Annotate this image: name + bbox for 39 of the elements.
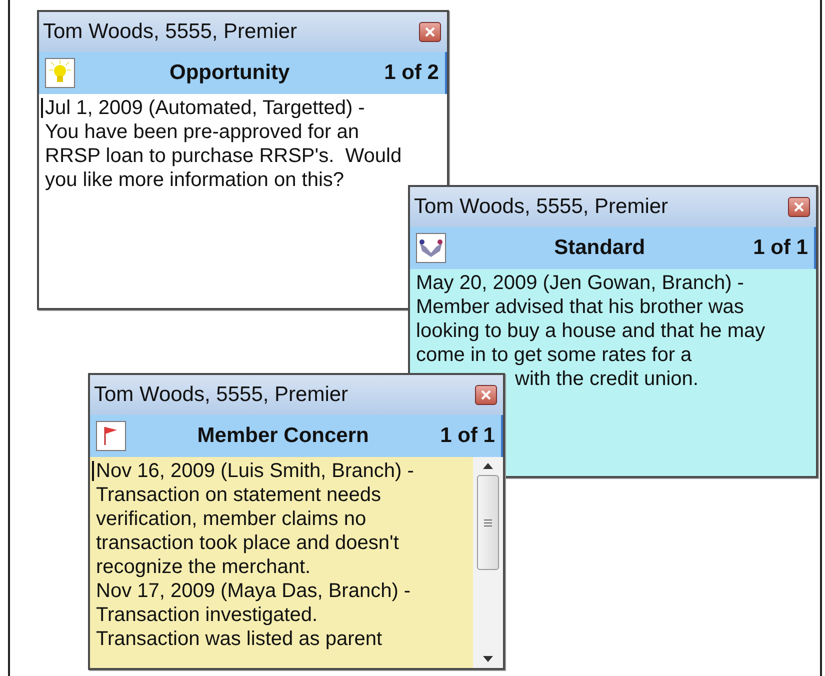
note-type: Opportunity <box>168 60 291 86</box>
note-count: 1 of 1 <box>440 423 495 450</box>
note-text-line: Jul 1, 2009 (Automated, Targetted) - <box>45 96 366 120</box>
note-text-line: RRSP loan to purchase RRSP's. Would <box>45 144 403 168</box>
note-text-line: Transaction investigated. <box>96 603 319 627</box>
scroll-thumb[interactable] <box>477 475 499 570</box>
scrollbar[interactable] <box>473 457 503 668</box>
note-text-line: Member advised that his brother was <box>416 295 745 319</box>
close-icon[interactable] <box>481 390 491 400</box>
note-type: Member Concern <box>196 423 370 450</box>
note-text-line: Nov 17, 2009 (Maya Das, Branch) - <box>96 579 412 603</box>
flag-icon <box>96 421 126 451</box>
note-text-line: May 20, 2009 (Jen Gowan, Branch) - <box>416 271 745 295</box>
lightbulb-icon <box>45 58 75 88</box>
note-text-line: come in to get some rates for a <box>416 343 693 367</box>
close-icon[interactable] <box>425 27 435 37</box>
hands-icon <box>416 233 446 263</box>
note-text-line: verification, member claims no <box>96 507 368 531</box>
note-text-line: looking to buy a house and that he may <box>416 319 766 343</box>
scroll-up-icon[interactable] <box>483 463 493 469</box>
note-count: 1 of 2 <box>384 60 439 86</box>
note-text-line: Transaction on statement needs <box>96 483 382 507</box>
note-text-line: You have been pre-approved for an <box>45 120 360 144</box>
close-button[interactable] <box>788 197 810 217</box>
note-text-line: recognize the merchant. <box>96 555 312 579</box>
note-text-line: Nov 16, 2009 (Luis Smith, Branch) - <box>96 459 415 483</box>
close-icon[interactable] <box>794 202 804 212</box>
window-title: Tom Woods, 5555, Premier <box>43 19 298 46</box>
note-text-line: you like more information on this? <box>45 168 346 192</box>
window-title: Tom Woods, 5555, Premier <box>414 194 668 220</box>
window-title: Tom Woods, 5555, Premier <box>94 382 348 408</box>
note-text-line: Transaction was listed as parent <box>96 627 384 651</box>
note-text-line: with the credit union. <box>514 367 700 391</box>
note-type: Standard <box>553 235 646 262</box>
note-count: 1 of 1 <box>753 235 808 262</box>
scroll-down-icon[interactable] <box>483 656 493 662</box>
close-button[interactable] <box>419 22 441 42</box>
note-text-line: transaction took place and doesn't <box>96 531 400 555</box>
close-button[interactable] <box>475 385 497 405</box>
